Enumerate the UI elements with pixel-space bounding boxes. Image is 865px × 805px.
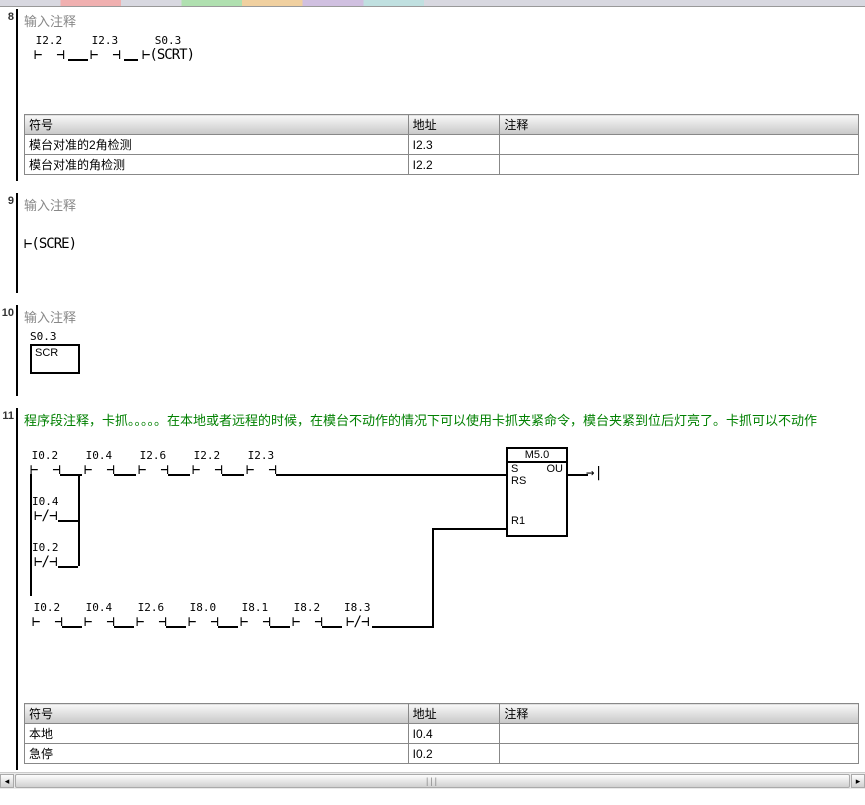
- section-9: 9 输入注释 ⊢(SCRE): [0, 191, 865, 293]
- contact-no-icon: ⊢ ⊣: [136, 614, 166, 630]
- contact-label: I2.3: [246, 449, 276, 462]
- contact-label: I2.6: [136, 601, 166, 614]
- contact-label: I8.1: [240, 601, 270, 614]
- contact-label: I8.2: [292, 601, 322, 614]
- table-header-comment[interactable]: 注释: [500, 704, 859, 724]
- contact-label: I0.2: [30, 449, 60, 462]
- contact-no-icon: ⊢ ⊣: [90, 47, 120, 63]
- table-row[interactable]: 本地 I0.4: [25, 724, 859, 744]
- arrow-right-icon: →|: [586, 465, 603, 481]
- table-row[interactable]: 急停 I0.2: [25, 744, 859, 764]
- contact-label: I0.2: [32, 601, 62, 614]
- coil-scre-icon: ⊢(SCRE): [24, 236, 76, 252]
- table-header-symbol[interactable]: 符号: [25, 704, 409, 724]
- contact-nc-icon: ⊢/⊣: [32, 508, 59, 524]
- contact-no-icon: ⊢ ⊣: [84, 462, 114, 478]
- contact-no-icon: ⊢ ⊣: [34, 47, 64, 63]
- ladder-rung-10: S0.3 SCR: [24, 330, 865, 390]
- section-title[interactable]: 程序段注释，卡抓。。。。。在本地或者远程的时候，在模台不动作的情况下可以使用卡抓…: [24, 408, 865, 433]
- section-title[interactable]: 输入注释: [24, 305, 865, 330]
- contact-no-icon: ⊢ ⊣: [292, 614, 322, 630]
- ladder-rung-9: ⊢(SCRE): [24, 218, 865, 268]
- section-11: 11 程序段注释，卡抓。。。。。在本地或者远程的时候，在模台不动作的情况下可以使…: [0, 406, 865, 770]
- contact-nc-icon: ⊢/⊣: [32, 554, 59, 570]
- rs-block-title: M5.0: [508, 449, 566, 463]
- horizontal-scrollbar[interactable]: ◂ ||| ▸: [0, 772, 865, 789]
- ladder-rung-8: I2.2 ⊢ ⊣ I2.3 ⊢ ⊣ S0.3 ⊢(SCRT): [24, 34, 865, 84]
- tabs-strip: [0, 0, 865, 7]
- symbol-table: 符号 地址 注释 模台对准的2角检测 I2.3 模台对准的角检测 I2.2: [24, 114, 859, 175]
- contact-no-icon: ⊢ ⊣: [246, 462, 276, 478]
- section-title[interactable]: 输入注释: [24, 193, 865, 218]
- scr-label: S0.3: [30, 330, 57, 343]
- table-header-address[interactable]: 地址: [408, 704, 500, 724]
- table-row[interactable]: 模台对准的2角检测 I2.3: [25, 135, 859, 155]
- table-header-address[interactable]: 地址: [408, 115, 500, 135]
- table-header-symbol[interactable]: 符号: [25, 115, 409, 135]
- ladder-rung-11: I0.2 ⊢ ⊣ I0.4 ⊢ ⊣ I2.6 ⊢ ⊣ I2.2 ⊢ ⊣ I2.3: [24, 433, 865, 673]
- contact-label: I0.4: [84, 449, 114, 462]
- scroll-left-icon[interactable]: ◂: [0, 774, 14, 788]
- contact-label: I2.6: [138, 449, 168, 462]
- contact-label: I2.2: [192, 449, 222, 462]
- scroll-right-icon[interactable]: ▸: [851, 774, 865, 788]
- rs-block: M5.0 SOU RS R1: [506, 447, 568, 537]
- section-number: 11: [0, 408, 16, 770]
- coil-label: S0.3: [142, 34, 194, 47]
- section-number: 9: [0, 193, 16, 293]
- scr-box: SCR: [30, 344, 80, 374]
- section-10: 10 输入注释 S0.3 SCR: [0, 303, 865, 396]
- contact-label: I8.0: [188, 601, 218, 614]
- table-header-comment[interactable]: 注释: [500, 115, 859, 135]
- contact-no-icon: ⊢ ⊣: [240, 614, 270, 630]
- contact-label: I0.4: [32, 495, 59, 508]
- symbol-table: 符号 地址 注释 本地 I0.4 急停 I0.2: [24, 703, 859, 764]
- contact-no-icon: ⊢ ⊣: [188, 614, 218, 630]
- contact-no-icon: ⊢ ⊣: [192, 462, 222, 478]
- section-number: 10: [0, 305, 16, 396]
- table-row[interactable]: 模台对准的角检测 I2.2: [25, 155, 859, 175]
- coil-scrt-icon: ⊢(SCRT): [142, 47, 194, 63]
- contact-label: I8.3: [344, 601, 371, 614]
- contact-no-icon: ⊢ ⊣: [84, 614, 114, 630]
- contact-no-icon: ⊢ ⊣: [32, 614, 62, 630]
- contact-no-icon: ⊢ ⊣: [138, 462, 168, 478]
- section-8: 8 输入注释 I2.2 ⊢ ⊣ I2.3 ⊢ ⊣ S0.3 ⊢(SCRT) 符号…: [0, 7, 865, 181]
- contact-label: I2.3: [90, 34, 120, 47]
- scrollbar-thumb[interactable]: |||: [15, 774, 850, 788]
- contact-nc-icon: ⊢/⊣: [344, 614, 371, 630]
- contact-label: I0.4: [84, 601, 114, 614]
- contact-label: I0.2: [32, 541, 59, 554]
- contact-label: I2.2: [34, 34, 64, 47]
- section-title[interactable]: 输入注释: [24, 9, 865, 34]
- contact-no-icon: ⊢ ⊣: [30, 462, 60, 478]
- section-number: 8: [0, 9, 16, 181]
